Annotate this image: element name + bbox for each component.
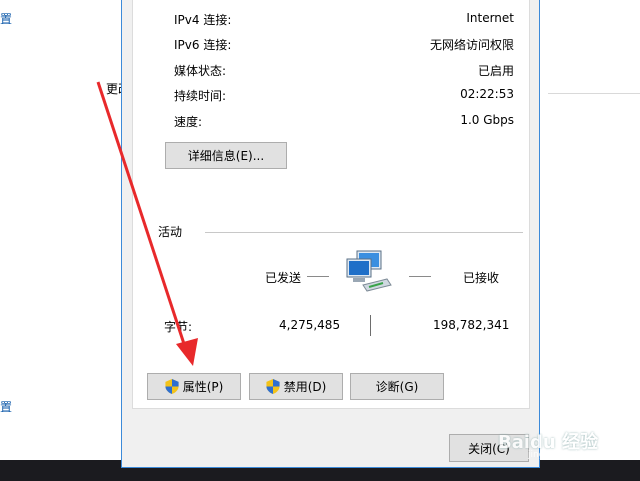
bytes-sent-value: 4,275,485 xyxy=(279,318,341,332)
bytes-received-value: 198,782,341 xyxy=(433,318,510,332)
activity-group-title: 活动 xyxy=(158,225,183,239)
sent-dash xyxy=(307,276,329,277)
shield-icon xyxy=(165,379,179,394)
details-button[interactable]: 详细信息(E)... xyxy=(165,142,287,169)
media-state-label: 媒体状态: xyxy=(174,64,227,78)
sent-label: 已发送 xyxy=(265,271,302,285)
background-link-fragment-2[interactable]: 置 xyxy=(0,398,12,415)
diagnose-button[interactable]: 诊断(G) xyxy=(350,373,444,400)
speed-value: 1.0 Gbps xyxy=(460,113,514,127)
diagnose-button-label: 诊断(G) xyxy=(375,380,419,394)
bytes-label: 字节: xyxy=(164,320,193,334)
ethernet-status-dialog: IPv4 连接: Internet IPv6 连接: 无网络访问权限 媒体状态:… xyxy=(121,0,540,468)
speed-label: 速度: xyxy=(174,115,203,129)
duration-value: 02:22:53 xyxy=(460,87,514,101)
watermark-url: jingyan.baidu.com xyxy=(528,450,612,460)
ipv6-value: 无网络访问权限 xyxy=(429,38,514,52)
general-tab-panel: IPv4 连接: Internet IPv6 连接: 无网络访问权限 媒体状态:… xyxy=(132,0,530,409)
disable-button-label: 禁用(D) xyxy=(283,380,327,394)
ipv4-label: IPv4 连接: xyxy=(174,13,232,27)
received-label: 已接收 xyxy=(463,271,500,285)
background-link-fragment[interactable]: 置 xyxy=(0,10,12,27)
activity-divider xyxy=(205,232,523,233)
properties-button[interactable]: 属性(P) xyxy=(147,373,241,400)
bytes-separator xyxy=(370,315,371,336)
properties-button-label: 属性(P) xyxy=(182,380,224,394)
ipv6-label: IPv6 连接: xyxy=(174,38,232,52)
duration-row: 持续时间: 02:22:53 xyxy=(174,87,514,105)
ipv4-value: Internet xyxy=(466,11,514,25)
background-divider xyxy=(548,93,640,94)
received-dash xyxy=(409,276,431,277)
ipv4-row: IPv4 连接: Internet xyxy=(174,11,514,29)
ipv6-row: IPv6 连接: 无网络访问权限 xyxy=(174,36,514,54)
disable-button[interactable]: 禁用(D) xyxy=(249,373,343,400)
shield-icon xyxy=(266,379,280,394)
speed-row: 速度: 1.0 Gbps xyxy=(174,113,514,131)
duration-label: 持续时间: xyxy=(174,89,227,103)
details-button-label: 详细信息(E)... xyxy=(187,149,265,163)
network-computers-icon xyxy=(346,250,392,292)
media-state-value: 已启用 xyxy=(477,64,514,78)
media-state-row: 媒体状态: 已启用 xyxy=(174,62,514,80)
